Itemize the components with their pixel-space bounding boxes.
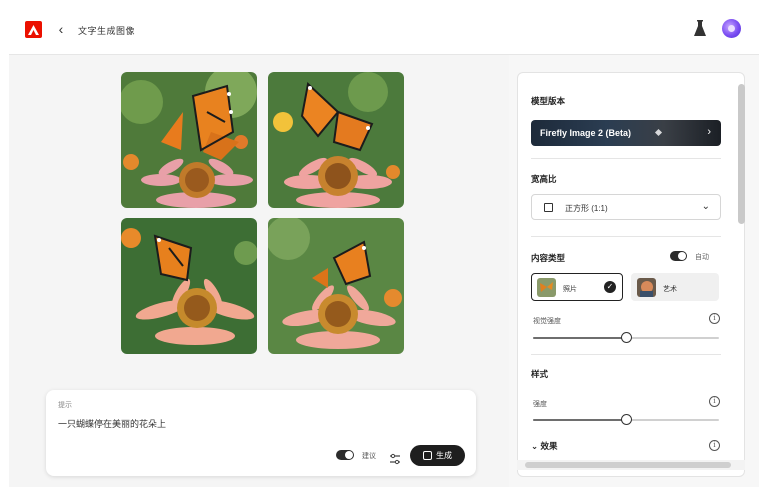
content-type-photo-label: 照片 xyxy=(563,286,577,293)
art-thumbnail xyxy=(637,278,656,297)
strength-label: 强度 xyxy=(533,401,547,408)
adobe-firefly-logo-icon[interactable] xyxy=(25,21,42,38)
generate-button-label: 生成 xyxy=(436,451,452,460)
panel-scrollbar-thumb[interactable] xyxy=(738,84,745,224)
effects-label: 效果 xyxy=(540,441,558,451)
generate-button[interactable]: 生成 xyxy=(410,445,465,466)
visual-intensity-handle[interactable] xyxy=(621,332,632,343)
content-type-art-label: 艺术 xyxy=(663,286,677,293)
photo-thumbnail xyxy=(537,278,556,297)
aspect-section-title: 宽高比 xyxy=(531,174,557,184)
page-title: 文字生成图像 xyxy=(78,26,136,36)
generate-icon xyxy=(423,451,432,460)
content-type-photo[interactable]: 照片 ✓ xyxy=(531,273,623,301)
info-icon[interactable]: i xyxy=(709,440,720,451)
prompt-input[interactable] xyxy=(58,418,458,428)
info-icon[interactable]: i xyxy=(709,396,720,407)
model-section-title: 模型版本 xyxy=(531,96,566,106)
model-version-selector[interactable]: Firefly Image 2 (Beta) › xyxy=(531,120,721,146)
model-name: Firefly Image 2 (Beta) xyxy=(540,128,632,138)
generated-image-2[interactable] xyxy=(268,72,404,208)
image-grid xyxy=(121,72,404,354)
aspect-ratio-select[interactable]: 正方形 (1:1) ⌄ xyxy=(531,194,721,220)
chevron-down-icon: ⌄ xyxy=(701,201,710,212)
flask-icon[interactable] xyxy=(693,20,707,38)
panel-horizontal-scrollbar[interactable] xyxy=(517,460,745,470)
top-bar: ‹ 文字生成图像 xyxy=(0,0,759,54)
square-icon xyxy=(544,203,553,212)
divider xyxy=(531,354,721,355)
info-icon[interactable]: i xyxy=(709,313,720,324)
effects-expander[interactable]: ⌄ 效果 xyxy=(531,440,558,452)
style-section-title: 样式 xyxy=(531,369,549,379)
divider xyxy=(531,158,721,159)
chevron-right-icon: › xyxy=(707,126,711,138)
suggestion-toggle[interactable] xyxy=(336,450,354,460)
content-type-section-title: 内容类型 xyxy=(531,253,566,263)
generated-image-4[interactable] xyxy=(268,218,404,354)
adjust-settings-icon[interactable] xyxy=(389,452,401,465)
strength-handle[interactable] xyxy=(621,414,632,425)
prompt-panel: 提示 xyxy=(46,390,476,476)
auto-toggle[interactable] xyxy=(670,251,687,261)
divider xyxy=(531,236,721,237)
sparkle-icon xyxy=(654,128,663,137)
aspect-ratio-value: 正方形 (1:1) xyxy=(565,204,608,213)
prompt-label: 提示 xyxy=(58,402,72,409)
user-avatar[interactable] xyxy=(722,19,741,38)
visual-intensity-label: 视觉强度 xyxy=(533,318,561,325)
suggestion-toggle-label: 建议 xyxy=(362,453,376,460)
checkmark-icon: ✓ xyxy=(604,281,616,293)
generated-image-1[interactable] xyxy=(121,72,257,208)
content-type-art[interactable]: 艺术 xyxy=(631,273,719,301)
generated-image-3[interactable] xyxy=(121,218,257,354)
chevron-left-icon[interactable]: ‹ xyxy=(54,21,68,37)
auto-toggle-label: 自动 xyxy=(695,254,709,261)
